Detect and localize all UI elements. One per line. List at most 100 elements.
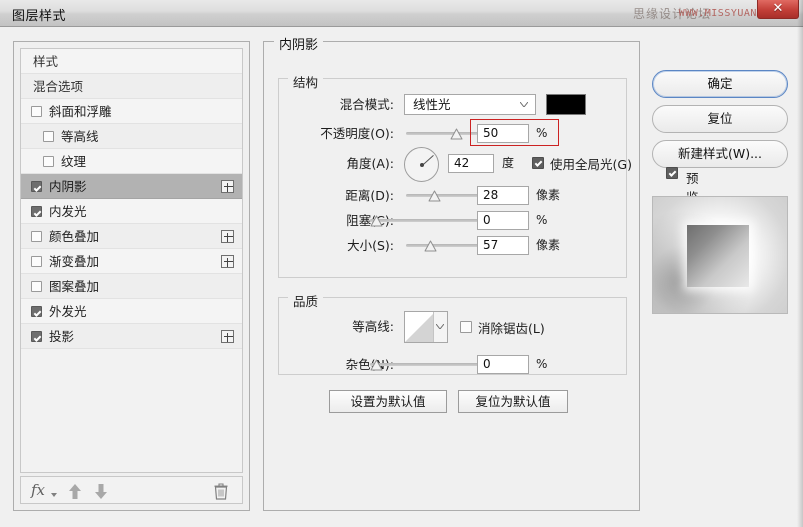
ok-button[interactable]: 确定 [652, 70, 788, 98]
styles-list-item[interactable]: 内阴影 [21, 174, 242, 199]
angle-input[interactable]: 42 [448, 154, 494, 173]
angle-dial[interactable] [404, 147, 439, 182]
distance-slider-thumb[interactable] [428, 190, 441, 202]
noise-input[interactable]: 0 [477, 355, 529, 374]
distance-input[interactable]: 28 [477, 186, 529, 205]
antialias-label: 消除锯齿(L) [478, 321, 545, 336]
style-preview-thumbnail [652, 196, 788, 314]
choke-unit: % [536, 213, 548, 227]
set-default-button[interactable]: 设置为默认值 [329, 390, 447, 413]
layer-style-dialog: 图层样式 思缘设计论坛 WWW.MISSYUAN.COM ✕ 样式混合选项斜面和… [0, 0, 803, 527]
styles-list-item-label: 图案叠加 [49, 279, 100, 294]
add-effect-icon[interactable] [221, 330, 234, 343]
size-input[interactable]: 57 [477, 236, 529, 255]
chevron-down-icon [520, 102, 528, 107]
antialias-checkbox[interactable] [460, 321, 472, 333]
dialog-body: 样式 混合选项 斜面和浮雕 等高线 纹理 内阴影 内发光 颜色叠加 渐变叠加 图案叠加 外发光 投影 … [0, 27, 803, 527]
size-unit: 像素 [536, 238, 561, 252]
arrow-down-icon[interactable] [93, 483, 109, 500]
chevron-down-icon [436, 324, 444, 329]
style-enable-checkbox[interactable] [31, 281, 42, 292]
styles-list-item-label: 等高线 [61, 129, 99, 144]
styles-list-item[interactable]: 外发光 [21, 299, 242, 324]
opacity-unit: % [536, 126, 548, 140]
inner-shadow-settings-panel: 内阴影 结构 混合模式: 线性光 不透明度(O): 50 % 角度(A): 42… [263, 34, 640, 511]
style-enable-checkbox[interactable] [31, 331, 42, 342]
shadow-color-swatch[interactable] [546, 94, 586, 115]
use-global-light-checkbox[interactable] [532, 157, 544, 169]
styles-list-item[interactable]: 内发光 [21, 199, 242, 224]
close-icon: ✕ [772, 1, 784, 16]
dialog-title: 图层样式 [12, 9, 67, 24]
styles-list-item[interactable]: 样式 [21, 49, 242, 74]
styles-list-item-label: 渐变叠加 [49, 254, 100, 269]
right-column: 确定 复位 新建样式(W)... 预览(V) [652, 41, 792, 511]
size-slider-thumb[interactable] [424, 240, 437, 252]
noise-slider-thumb[interactable] [370, 359, 383, 371]
opacity-input[interactable]: 50 [477, 124, 529, 143]
style-enable-checkbox[interactable] [31, 206, 42, 217]
noise-unit: % [536, 357, 548, 371]
styles-list-item[interactable]: 斜面和浮雕 [21, 99, 242, 124]
preview-checkbox[interactable] [666, 167, 678, 179]
styles-list-item[interactable]: 颜色叠加 [21, 224, 242, 249]
style-enable-checkbox[interactable] [31, 231, 42, 242]
contour-label: 等高线: [352, 319, 394, 334]
reset-button[interactable]: 复位 [652, 105, 788, 133]
styles-list-item-label: 斜面和浮雕 [49, 104, 112, 119]
styles-list[interactable]: 样式混合选项斜面和浮雕等高线纹理内阴影内发光颜色叠加渐变叠加图案叠加外发光投影 [20, 48, 243, 473]
opacity-label: 不透明度(O): [320, 126, 394, 141]
fx-icon[interactable]: fx [31, 481, 45, 499]
add-effect-icon[interactable] [221, 255, 234, 268]
blend-mode-value: 线性光 [413, 97, 451, 112]
contour-dropdown-button[interactable] [433, 312, 447, 342]
blend-mode-select[interactable]: 线性光 [404, 94, 536, 115]
trash-icon[interactable] [214, 483, 228, 500]
blend-mode-label: 混合模式: [339, 97, 394, 112]
styles-list-item-label: 内阴影 [49, 179, 87, 194]
styles-list-item-label: 样式 [33, 54, 59, 69]
styles-list-item[interactable]: 混合选项 [21, 74, 242, 99]
close-button[interactable]: ✕ [757, 0, 799, 19]
window-edge-shadow [797, 0, 803, 527]
angle-dial-center [420, 163, 424, 167]
style-enable-checkbox[interactable] [31, 256, 42, 267]
opacity-slider-thumb[interactable] [450, 128, 463, 140]
styles-list-item[interactable]: 等高线 [21, 124, 242, 149]
styles-list-item-label: 外发光 [49, 304, 87, 319]
styles-list-item[interactable]: 渐变叠加 [21, 249, 242, 274]
distance-unit: 像素 [536, 188, 561, 202]
styles-list-item-label: 内发光 [49, 204, 87, 219]
styles-list-item-label: 纹理 [61, 154, 87, 169]
contour-picker[interactable] [404, 311, 448, 343]
styles-list-item[interactable]: 投影 [21, 324, 242, 349]
styles-list-item[interactable]: 图案叠加 [21, 274, 242, 299]
quality-group-title: 品质 [288, 291, 324, 310]
title-bar: 图层样式 思缘设计论坛 WWW.MISSYUAN.COM ✕ [0, 0, 803, 27]
size-label: 大小(S): [347, 238, 394, 253]
styles-list-item-label: 颜色叠加 [49, 229, 100, 244]
style-enable-checkbox[interactable] [31, 306, 42, 317]
styles-list-toolbar: fx [20, 476, 243, 504]
section-title: 内阴影 [274, 34, 324, 53]
fx-dropdown-caret-icon[interactable] [51, 493, 57, 497]
angle-unit: 度 [502, 156, 515, 170]
choke-input[interactable]: 0 [477, 211, 529, 230]
style-enable-checkbox[interactable] [43, 131, 54, 142]
angle-label: 角度(A): [346, 156, 394, 171]
styles-list-item-label: 投影 [49, 329, 75, 344]
reset-default-button[interactable]: 复位为默认值 [458, 390, 568, 413]
style-enable-checkbox[interactable] [31, 106, 42, 117]
styles-list-item[interactable]: 纹理 [21, 149, 242, 174]
choke-slider-thumb[interactable] [370, 215, 383, 227]
styles-list-item-label: 混合选项 [33, 79, 84, 94]
styles-panel: 样式 混合选项 斜面和浮雕 等高线 纹理 内阴影 内发光 颜色叠加 渐变叠加 图案叠加 外发光 投影 … [13, 41, 250, 511]
add-effect-icon[interactable] [221, 180, 234, 193]
new-style-button[interactable]: 新建样式(W)... [652, 140, 788, 168]
distance-label: 距离(D): [345, 188, 394, 203]
structure-group-title: 结构 [288, 72, 324, 91]
arrow-up-icon[interactable] [67, 483, 83, 500]
add-effect-icon[interactable] [221, 230, 234, 243]
style-enable-checkbox[interactable] [31, 181, 42, 192]
style-enable-checkbox[interactable] [43, 156, 54, 167]
